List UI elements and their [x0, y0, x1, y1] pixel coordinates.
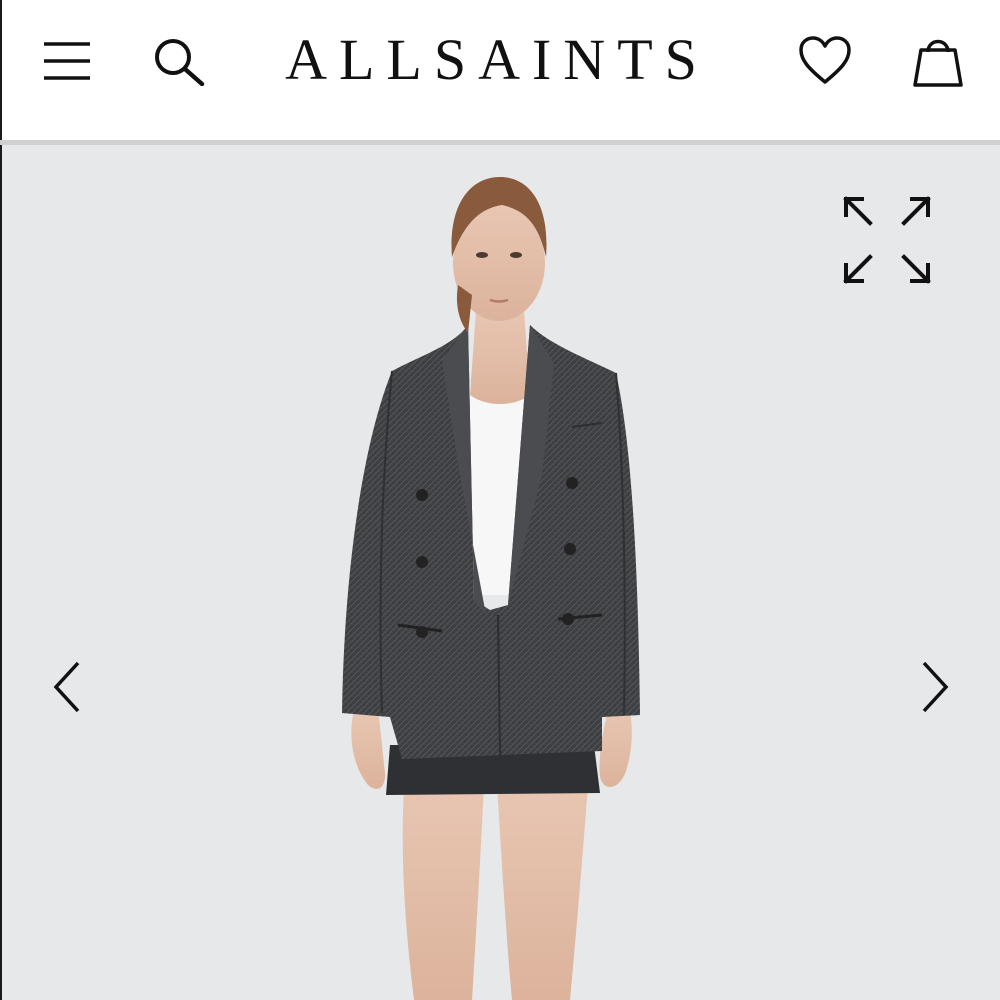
- search-icon[interactable]: [152, 36, 206, 87]
- chevron-left-icon[interactable]: [50, 659, 84, 715]
- chevron-right-icon[interactable]: [918, 659, 952, 715]
- expand-arrows-icon[interactable]: [840, 193, 934, 287]
- brand-logo[interactable]: ALLSAINTS: [252, 26, 742, 94]
- product-page: ALLSAINTS: [0, 0, 1000, 1000]
- product-image-gallery[interactable]: [0, 145, 1000, 1000]
- heart-icon[interactable]: [798, 36, 852, 86]
- site-header: ALLSAINTS: [0, 0, 1000, 140]
- shopping-bag-icon[interactable]: [912, 34, 964, 88]
- hamburger-menu-icon[interactable]: [42, 40, 92, 82]
